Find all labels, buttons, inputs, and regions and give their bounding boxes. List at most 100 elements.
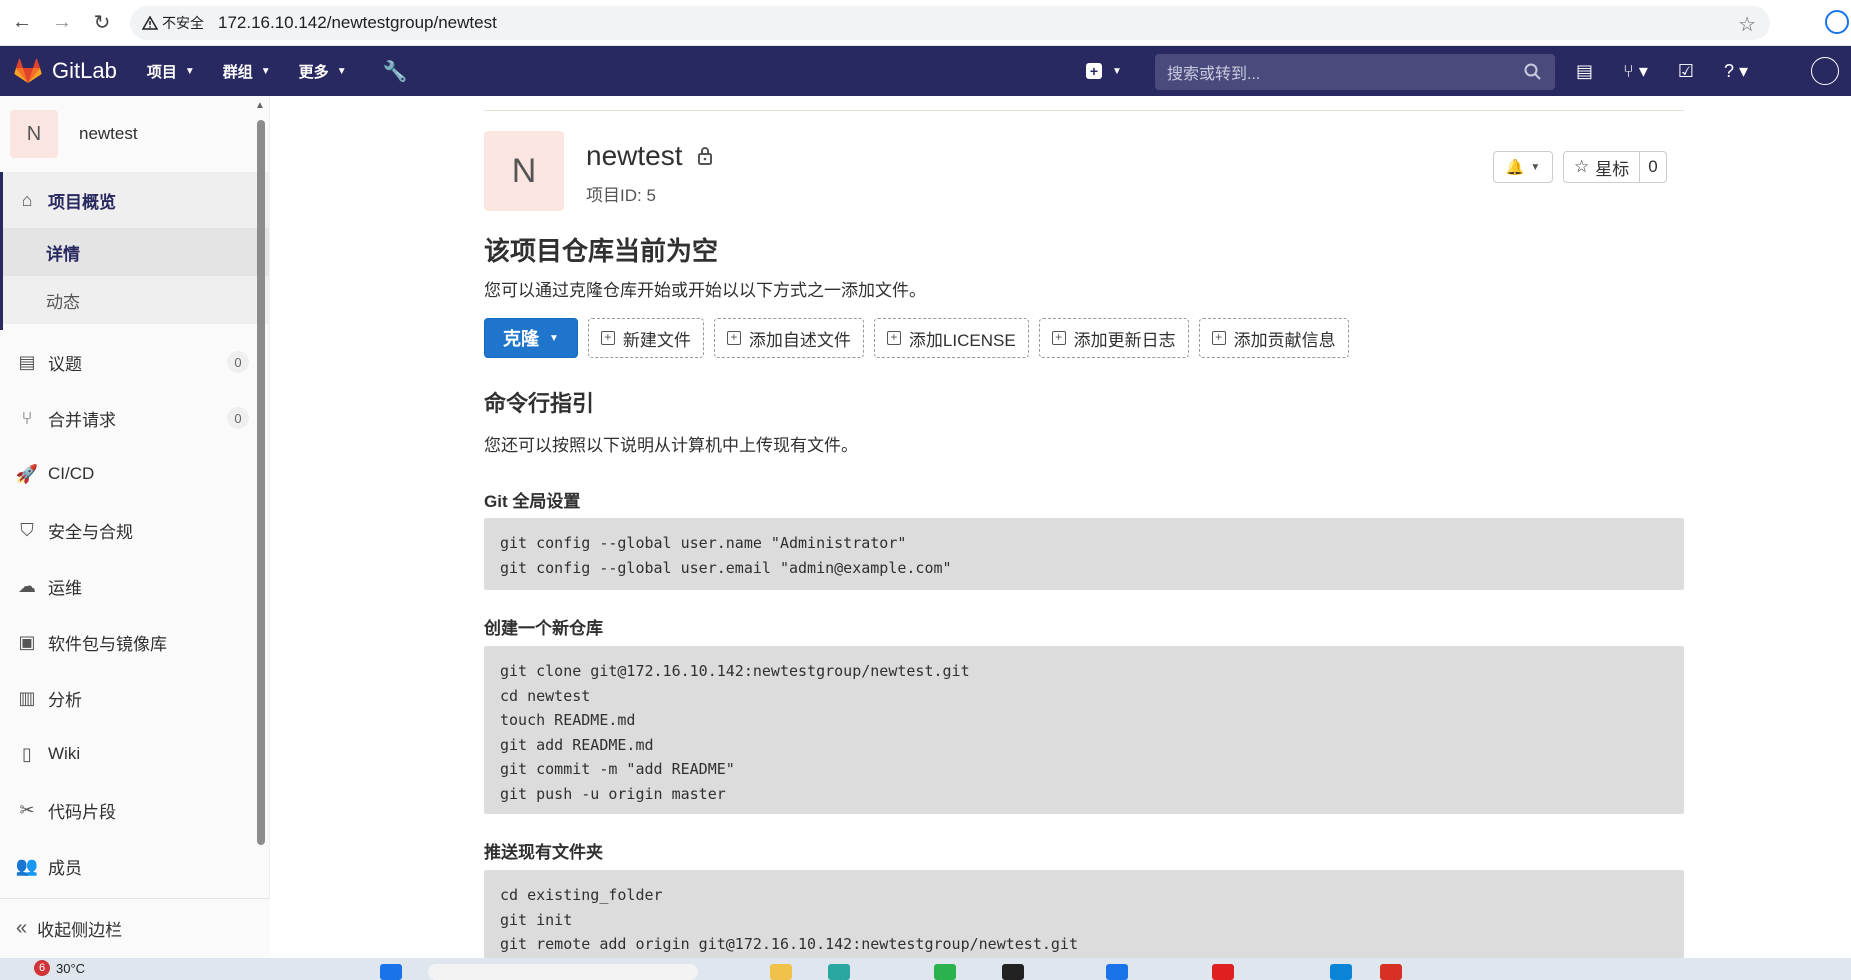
notification-badge: 6 — [34, 960, 50, 976]
todos-icon[interactable]: ☑ — [1678, 61, 1694, 82]
notification-dropdown[interactable]: 🔔 ▼ — [1493, 151, 1553, 183]
scroll-up-arrow[interactable]: ▲ — [255, 100, 265, 111]
folder-icon[interactable] — [770, 964, 792, 980]
start-icon[interactable] — [380, 964, 402, 980]
project-avatar: N — [484, 131, 564, 211]
chevron-down-icon: ▼ — [184, 65, 195, 77]
menu-groups-label: 群组 — [222, 63, 253, 81]
address-bar[interactable]: 不安全 172.16.10.142/newtestgroup/newtest ☆ — [130, 5, 1770, 40]
sidebar-item-merge-requests[interactable]: ⑂ 合并请求 0 — [0, 390, 269, 446]
app-icon[interactable] — [1212, 964, 1234, 980]
sidebar-project-header[interactable]: N newtest — [0, 96, 269, 172]
help-icon[interactable]: ? ▾ — [1724, 61, 1748, 82]
git-global-setup-heading: Git 全局设置 — [484, 492, 581, 511]
project-id: 项目ID: 5 — [586, 186, 656, 205]
bookmark-star-icon[interactable]: ☆ — [1738, 12, 1756, 37]
app-icon[interactable] — [1002, 964, 1024, 980]
browser-profile-icon[interactable] — [1825, 10, 1849, 34]
add-changelog-button[interactable]: + 添加更新日志 — [1038, 318, 1189, 358]
url-text[interactable]: 172.16.10.142/newtestgroup/newtest — [218, 13, 497, 33]
reload-icon[interactable]: ↻ — [84, 5, 120, 41]
weather-widget[interactable]: 6 30°C — [34, 960, 85, 976]
admin-wrench-icon[interactable]: 🔧 — [383, 59, 408, 84]
sidebar-item-snippets[interactable]: ✂ 代码片段 — [0, 782, 269, 838]
add-contributing-label: 添加贡献信息 — [1233, 330, 1336, 350]
forward-icon[interactable]: → — [44, 5, 80, 41]
sidebar-item-label: 合并请求 — [48, 410, 116, 430]
merge-request-icon: ⑂ — [21, 407, 33, 428]
sidebar-item-label: 成员 — [48, 858, 82, 878]
new-file-button[interactable]: + 新建文件 — [587, 318, 704, 358]
plus-square-icon: + — [1051, 331, 1066, 345]
cli-title: 命令行指引 — [484, 391, 595, 416]
search-input[interactable]: 搜索或转到... — [1155, 54, 1555, 90]
sidebar-project-avatar: N — [10, 110, 58, 158]
insecure-indicator[interactable]: 不安全 — [142, 13, 204, 33]
sidebar-item-overview[interactable]: ⌂ 项目概览 — [0, 172, 269, 228]
plus-square-icon: + — [1211, 331, 1226, 345]
sidebar-item-analytics[interactable]: ▥ 分析 — [0, 670, 269, 726]
sidebar-item-wiki[interactable]: ▯ Wiki — [0, 726, 269, 782]
menu-projects[interactable]: 项目 ▼ — [147, 61, 195, 82]
add-license-button[interactable]: + 添加LICENSE — [873, 318, 1029, 358]
add-changelog-label: 添加更新日志 — [1073, 330, 1176, 350]
sidebar-item-packages[interactable]: ▣ 软件包与镜像库 — [0, 614, 269, 670]
mr-count-badge: 0 — [227, 407, 249, 429]
sidebar-subitem-details[interactable]: 详情 — [0, 228, 269, 276]
sidebar-subitem-activity[interactable]: 动态 — [0, 276, 269, 324]
star-button[interactable]: ☆ 星标 0 — [1563, 151, 1667, 183]
empty-repo-desc: 您可以通过克隆仓库开始或开始以以下方式之一添加文件。 — [484, 281, 926, 300]
sidebar-scrollbar[interactable] — [257, 120, 265, 845]
cloud-icon: ☁ — [18, 575, 36, 596]
sidebar-item-label: 项目概览 — [48, 192, 116, 212]
chevron-down-icon: ▼ — [1530, 161, 1541, 173]
sidebar-item-members[interactable]: 👥 成员 — [0, 838, 269, 894]
top-navbar: GitLab 项目 ▼ 群组 ▼ 更多 ▼ 🔧 + ▼ 搜索或转到... ▤ ⑂ ▾ ☑… — [0, 46, 1851, 96]
sidebar-item-label: 分析 — [48, 690, 82, 710]
insecure-label: 不安全 — [162, 14, 204, 31]
gitlab-logo[interactable]: GitLab — [14, 58, 117, 84]
taskbar-search[interactable] — [428, 964, 698, 980]
user-avatar[interactable] — [1811, 57, 1839, 85]
sidebar-item-label: 安全与合规 — [48, 522, 133, 542]
issues-icon[interactable]: ▤ — [1576, 61, 1593, 82]
sidebar-item-security[interactable]: ⛉ 安全与合规 — [0, 502, 269, 558]
app-icon[interactable] — [828, 964, 850, 980]
issues-icon: ▤ — [18, 351, 36, 372]
new-file-label: 新建文件 — [622, 330, 691, 350]
add-readme-button[interactable]: + 添加自述文件 — [713, 318, 864, 358]
wechat-icon[interactable] — [934, 964, 956, 980]
nav-icon-group: ▤ ⑂ ▾ ☑ ? ▾ — [1576, 46, 1748, 96]
back-icon[interactable]: ← — [4, 5, 40, 41]
app-icon[interactable] — [1106, 964, 1128, 980]
star-count[interactable]: 0 — [1639, 152, 1665, 182]
collapse-sidebar-button[interactable]: « 收起侧边栏 — [0, 898, 270, 958]
menu-more[interactable]: 更多 ▼ — [299, 61, 347, 82]
chrome-icon[interactable] — [1380, 964, 1402, 980]
repo-actions: 克隆 ▼ + 新建文件 + 添加自述文件 + 添加LICENSE + 添加更新日志 + 添… — [484, 318, 1349, 358]
users-icon: 👥 — [15, 855, 39, 876]
push-folder-code[interactable]: cd existing_folder git init git remote a… — [484, 870, 1684, 958]
add-contributing-button[interactable]: + 添加贡献信息 — [1198, 318, 1349, 358]
search-icon[interactable] — [1523, 62, 1543, 82]
app-icon[interactable] — [1330, 964, 1352, 980]
main-menu: 项目 ▼ 群组 ▼ 更多 ▼ 🔧 — [147, 59, 408, 84]
create-repo-code[interactable]: git clone git@172.16.10.142:newtestgroup… — [484, 646, 1684, 814]
chevron-down-icon: ▼ — [260, 65, 271, 77]
sidebar-item-operations[interactable]: ☁ 运维 — [0, 558, 269, 614]
sidebar-item-label: 议题 — [48, 354, 82, 374]
sidebar-item-label: 运维 — [48, 578, 82, 598]
menu-groups[interactable]: 群组 ▼ — [223, 61, 271, 82]
chevron-down-icon: ▼ — [336, 65, 347, 77]
menu-more-label: 更多 — [298, 63, 329, 81]
plus-icon: + — [1086, 63, 1102, 79]
git-global-setup-code[interactable]: git config --global user.name "Administr… — [484, 518, 1684, 590]
scissors-icon: ✂ — [19, 799, 35, 820]
new-dropdown[interactable]: + ▼ — [1086, 46, 1122, 96]
rocket-icon: 🚀 — [15, 463, 39, 484]
merge-requests-icon[interactable]: ⑂ ▾ — [1623, 61, 1648, 82]
book-icon: ▯ — [22, 743, 32, 764]
sidebar-item-issues[interactable]: ▤ 议题 0 — [0, 334, 269, 390]
sidebar-item-cicd[interactable]: 🚀 CI/CD — [0, 446, 269, 502]
clone-button[interactable]: 克隆 ▼ — [484, 318, 578, 358]
